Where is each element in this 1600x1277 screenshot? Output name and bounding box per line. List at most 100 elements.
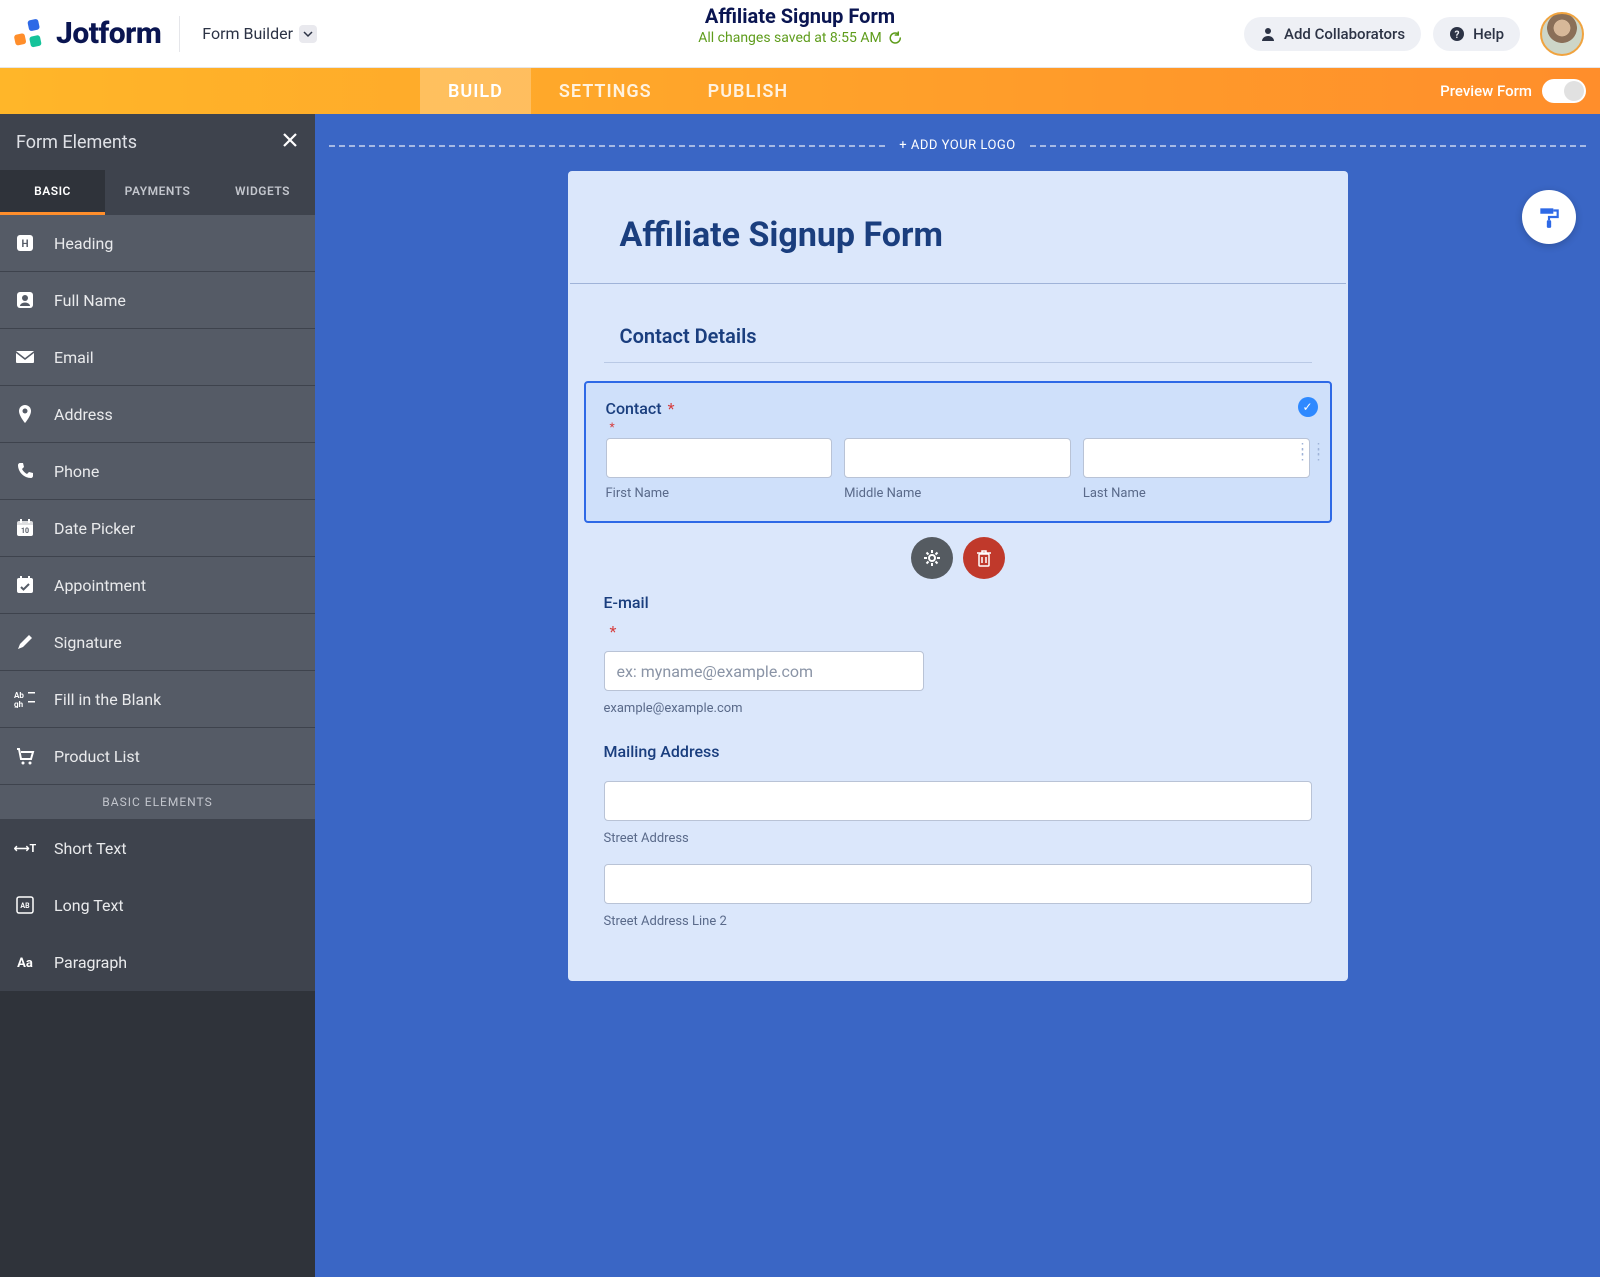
- fill-blank-icon: Abgh: [14, 690, 36, 708]
- paint-roller-icon: [1536, 204, 1562, 230]
- email-input[interactable]: [604, 651, 924, 691]
- revert-icon[interactable]: [888, 31, 902, 45]
- tab-bar: BUILD SETTINGS PUBLISH Preview Form: [0, 68, 1600, 114]
- canvas[interactable]: + ADD YOUR LOGO Affiliate Signup Form Co…: [315, 114, 1600, 1277]
- trash-icon: [976, 549, 992, 567]
- form-builder-dropdown[interactable]: Form Builder: [194, 20, 325, 47]
- street-input[interactable]: [604, 781, 1312, 821]
- mailing-label: Mailing Address: [604, 742, 1312, 761]
- top-bar: Jotform Form Builder Affiliate Signup Fo…: [0, 0, 1600, 68]
- calendar-icon: 10: [14, 518, 36, 538]
- element-phone[interactable]: Phone: [0, 443, 315, 500]
- required-star: *: [668, 399, 675, 418]
- check-icon: ✓: [1298, 397, 1318, 417]
- form-designer-button[interactable]: [1522, 190, 1576, 244]
- form-builder-label: Form Builder: [202, 24, 293, 43]
- logotype-icon: [12, 16, 48, 52]
- element-appointment[interactable]: Appointment: [0, 557, 315, 614]
- pen-icon: [14, 632, 36, 652]
- svg-text:Aa: Aa: [17, 956, 33, 970]
- element-heading[interactable]: H Heading: [0, 215, 315, 272]
- last-name-sublabel: Last Name: [1083, 486, 1310, 501]
- required-star-sub: *: [610, 420, 1310, 434]
- svg-text:10: 10: [21, 527, 29, 535]
- chevron-down-icon: [299, 25, 317, 43]
- sidebar-tab-widgets[interactable]: WIDGETS: [210, 170, 315, 215]
- svg-text:⟷T: ⟷T: [14, 842, 36, 855]
- element-full-name[interactable]: Full Name: [0, 272, 315, 329]
- element-signature[interactable]: Signature: [0, 614, 315, 671]
- form-title: Affiliate Signup Form: [620, 215, 1296, 255]
- street2-sublabel: Street Address Line 2: [604, 914, 1312, 929]
- heading-icon: H: [14, 233, 36, 253]
- preview-label: Preview Form: [1440, 82, 1532, 100]
- dash-left: [329, 145, 885, 147]
- person-card-icon: [14, 290, 36, 310]
- dash-right: [1030, 145, 1586, 147]
- field-mailing-address[interactable]: Mailing Address Street Address Street Ad…: [604, 742, 1312, 929]
- thin-hr: [604, 362, 1312, 363]
- form-title-block[interactable]: Affiliate Signup Form: [568, 171, 1348, 283]
- email-label: E-mail: [604, 593, 1312, 612]
- element-short-text[interactable]: ⟷T Short Text: [0, 820, 315, 877]
- svg-text:Ab: Ab: [14, 691, 24, 700]
- sidebar-section-basic-elements: BASIC ELEMENTS: [0, 785, 315, 820]
- long-text-icon: AB: [14, 895, 36, 915]
- tab-build[interactable]: BUILD: [420, 68, 531, 114]
- tab-publish[interactable]: PUBLISH: [680, 68, 816, 114]
- section-contact-details[interactable]: Contact Details: [568, 284, 1348, 354]
- gear-icon: [923, 549, 941, 567]
- preview-toggle[interactable]: [1542, 79, 1586, 103]
- street-sublabel: Street Address: [604, 831, 1312, 846]
- person-icon: [1260, 26, 1276, 42]
- svg-text:H: H: [21, 239, 28, 250]
- avatar[interactable]: [1540, 12, 1584, 56]
- field-action-buttons: [568, 537, 1348, 579]
- element-address[interactable]: Address: [0, 386, 315, 443]
- main: Form Elements BASIC PAYMENTS WIDGETS H H…: [0, 114, 1600, 1277]
- element-long-text[interactable]: AB Long Text: [0, 877, 315, 934]
- email-hint: example@example.com: [604, 701, 1312, 716]
- element-product-list[interactable]: Product List: [0, 728, 315, 785]
- middle-name-input[interactable]: [844, 438, 1071, 478]
- element-email[interactable]: Email: [0, 329, 315, 386]
- sidebar-tab-basic[interactable]: BASIC: [0, 170, 105, 215]
- last-name-input[interactable]: [1083, 438, 1310, 478]
- pin-icon: [14, 404, 36, 424]
- required-star: *: [610, 622, 617, 641]
- divider: [179, 16, 180, 52]
- field-settings-button[interactable]: [911, 537, 953, 579]
- short-text-icon: ⟷T: [14, 840, 36, 856]
- field-email[interactable]: E-mail * example@example.com: [604, 593, 1312, 716]
- paragraph-icon: Aa: [14, 954, 36, 970]
- top-right: Add Collaborators ? Help: [1244, 12, 1584, 56]
- save-status: All changes saved at 8:55 AM: [698, 30, 902, 46]
- street2-input[interactable]: [604, 864, 1312, 904]
- form-title-header[interactable]: Affiliate Signup Form: [698, 4, 902, 28]
- field-delete-button[interactable]: [963, 537, 1005, 579]
- first-name-sublabel: First Name: [606, 486, 833, 501]
- logo[interactable]: Jotform: [12, 16, 161, 52]
- sidebar-header: Form Elements: [0, 114, 315, 170]
- element-paragraph[interactable]: Aa Paragraph: [0, 934, 315, 991]
- brand-text: Jotform: [56, 16, 161, 51]
- form-card: Affiliate Signup Form Contact Details ✓ …: [568, 171, 1348, 981]
- svg-text:?: ?: [1455, 30, 1460, 41]
- element-fill-blank[interactable]: Abgh Fill in the Blank: [0, 671, 315, 728]
- add-collaborators-button[interactable]: Add Collaborators: [1244, 17, 1421, 51]
- sidebar-list[interactable]: H Heading Full Name Email Address Phone …: [0, 215, 315, 1277]
- drag-handle-icon[interactable]: ⋮⋮⋮⋮: [1296, 447, 1328, 457]
- first-name-input[interactable]: [606, 438, 833, 478]
- help-button[interactable]: ? Help: [1433, 17, 1520, 51]
- add-logo-button[interactable]: + ADD YOUR LOGO: [899, 138, 1015, 153]
- tab-settings[interactable]: SETTINGS: [531, 68, 680, 114]
- phone-icon: [14, 461, 36, 481]
- title-column: Affiliate Signup Form All changes saved …: [698, 4, 902, 46]
- sidebar-tab-payments[interactable]: PAYMENTS: [105, 170, 210, 215]
- field-contact[interactable]: ✓ ⋮⋮⋮⋮ Contact* * First Name Middle Name: [584, 381, 1332, 523]
- sidebar-tabs: BASIC PAYMENTS WIDGETS: [0, 170, 315, 215]
- element-date-picker[interactable]: 10 Date Picker: [0, 500, 315, 557]
- add-logo-row: + ADD YOUR LOGO: [315, 114, 1600, 171]
- close-icon[interactable]: [281, 131, 299, 154]
- cart-icon: [14, 746, 36, 766]
